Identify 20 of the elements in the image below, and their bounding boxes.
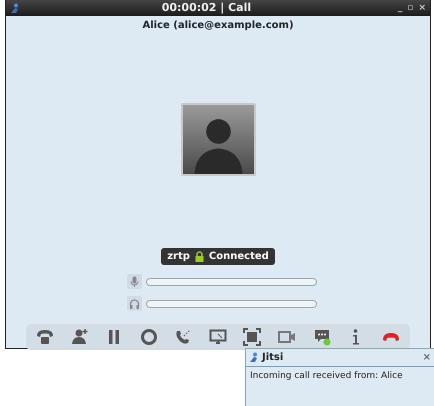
close-button[interactable]: ×	[418, 4, 426, 12]
status-label: Connected	[208, 250, 269, 264]
record-icon	[138, 327, 159, 347]
headphones-icon	[127, 296, 142, 311]
minimize-button[interactable]: _	[398, 4, 402, 12]
app-icon	[249, 352, 259, 363]
close-button[interactable]: ×	[422, 350, 431, 365]
protocol-label: zrtp	[167, 250, 190, 264]
microphone-icon	[127, 274, 142, 289]
notification-message: Incoming call received from: Alice	[249, 370, 404, 383]
app-icon	[10, 2, 20, 14]
add-person-icon	[70, 327, 90, 347]
info-icon	[352, 328, 360, 346]
caller-name: Alice (alice@example.com)	[141, 19, 295, 33]
fullscreen-icon	[242, 327, 262, 347]
dialpad-phone-icon	[35, 327, 56, 347]
window-title: 00:00:02 | Call	[160, 0, 252, 16]
notification-title: Jitsi	[262, 351, 284, 365]
maximize-button[interactable]: ▫	[407, 4, 414, 12]
monitor-icon	[208, 327, 228, 347]
